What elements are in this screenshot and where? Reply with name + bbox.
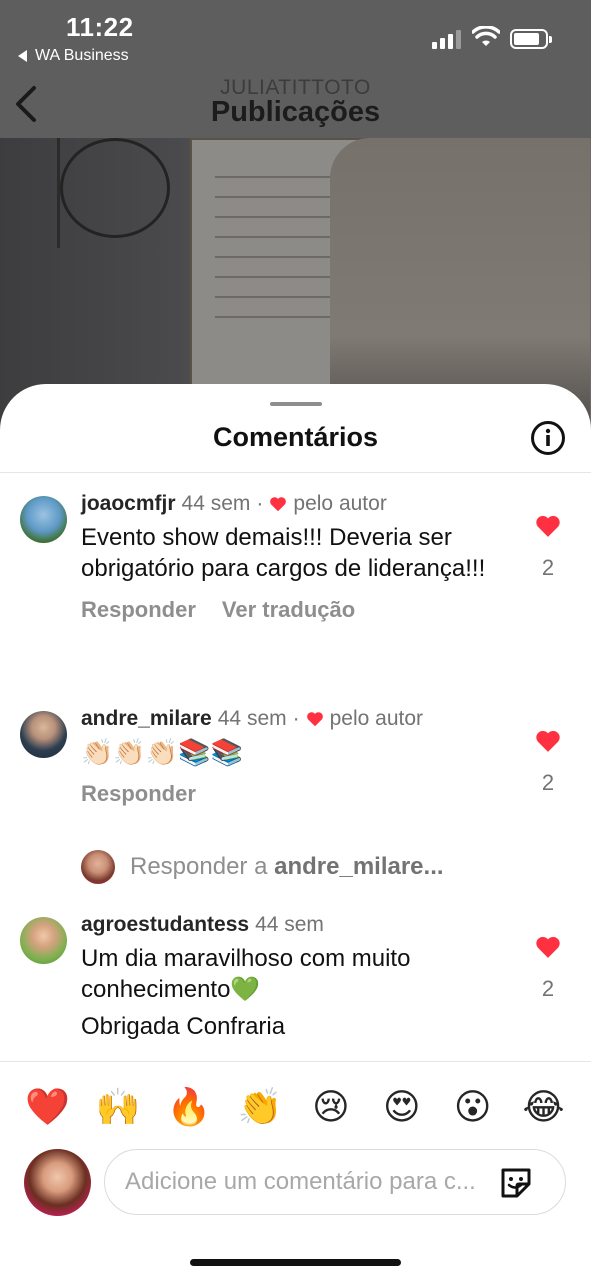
reply-to-prefix: Responder a bbox=[130, 853, 268, 880]
battery-icon bbox=[510, 29, 552, 49]
avatar[interactable] bbox=[20, 496, 67, 543]
comment-age: 44 sem bbox=[217, 707, 287, 730]
comment-username[interactable]: agroestudantess bbox=[81, 913, 249, 937]
emoji-heart[interactable]: ❤️ bbox=[22, 1086, 72, 1127]
like-button[interactable]: 2 bbox=[533, 935, 563, 1002]
status-bar: 11:22 WA Business bbox=[0, 0, 591, 70]
author-heart-icon bbox=[306, 712, 323, 727]
avatar[interactable] bbox=[20, 711, 67, 758]
info-icon[interactable] bbox=[530, 420, 566, 456]
sheet-drag-handle[interactable] bbox=[270, 402, 322, 406]
status-time: 11:22 bbox=[66, 12, 134, 42]
back-to-app-link[interactable]: WA Business bbox=[18, 47, 129, 65]
author-heart-icon bbox=[270, 497, 287, 512]
emoji-fire[interactable]: 🔥 bbox=[164, 1086, 214, 1127]
like-count: 2 bbox=[541, 555, 555, 580]
dimmed-header: 11:22 WA Business JULIATITTOTO Publicaçõ… bbox=[0, 0, 591, 440]
comments-sheet: Comentários joaocmfjr 44 sem · pelo auto… bbox=[0, 384, 591, 1280]
heart-filled-icon bbox=[536, 515, 560, 537]
wifi-icon bbox=[472, 26, 500, 46]
comment-composer: Adicione um comentário para c... bbox=[0, 1144, 591, 1224]
like-count: 2 bbox=[541, 770, 555, 795]
emoji-quick-reactions: ❤️ 🙌 🔥 👏 😢 😍 😮 😂 bbox=[0, 1061, 591, 1151]
home-indicator[interactable] bbox=[190, 1259, 401, 1266]
heart-filled-icon bbox=[536, 936, 560, 958]
see-translation-button[interactable]: Ver tradução bbox=[222, 597, 355, 623]
emoji-clap[interactable]: 👏 bbox=[235, 1086, 285, 1127]
comment-text: 👏🏻👏🏻👏🏻📚📚 bbox=[81, 737, 243, 767]
emoji-raised-hands[interactable]: 🙌 bbox=[93, 1086, 143, 1127]
cellular-signal-icon bbox=[432, 30, 461, 49]
comment-text: Evento show demais!!! Deveria ser obriga… bbox=[81, 524, 486, 582]
reply-button[interactable]: Responder bbox=[81, 781, 196, 807]
back-app-label: WA Business bbox=[35, 47, 129, 64]
comment-text: Um dia maravilhoso com muito conheciment… bbox=[81, 945, 411, 1003]
like-button[interactable]: 2 bbox=[533, 729, 563, 796]
emoji-surprised[interactable]: 😮 bbox=[448, 1086, 498, 1127]
avatar[interactable] bbox=[20, 917, 67, 964]
back-triangle-icon bbox=[18, 50, 27, 62]
liked-by-author-label: pelo autor bbox=[329, 707, 424, 730]
reply-to-username: andre_milare... bbox=[274, 853, 444, 880]
page-title: Publicações bbox=[210, 96, 381, 128]
emoji-crying[interactable]: 😢 bbox=[306, 1086, 356, 1127]
heart-filled-icon bbox=[536, 730, 560, 752]
comment-age: 44 sem bbox=[255, 913, 324, 936]
comment-username[interactable]: andre_milare bbox=[81, 707, 212, 731]
avatar bbox=[81, 850, 115, 884]
comments-title: Comentários bbox=[212, 422, 379, 452]
emoji-heart-eyes[interactable]: 😍 bbox=[377, 1086, 427, 1127]
divider bbox=[0, 472, 591, 473]
comment-age: 44 sem bbox=[181, 492, 251, 515]
sticker-icon[interactable] bbox=[497, 1164, 535, 1202]
my-avatar bbox=[24, 1149, 91, 1216]
reply-button[interactable]: Responder bbox=[81, 597, 196, 623]
comment-text-line: Obrigada Confraria bbox=[81, 1013, 286, 1040]
reply-to-prompt[interactable]: Responder a andre_milare... bbox=[81, 850, 444, 884]
liked-by-author-label: pelo autor bbox=[293, 492, 387, 515]
comment-username[interactable]: joaocmfjr bbox=[81, 492, 176, 516]
like-button[interactable]: 2 bbox=[533, 514, 563, 581]
emoji-laughing[interactable]: 😂 bbox=[519, 1086, 569, 1127]
like-count: 2 bbox=[541, 976, 555, 1001]
